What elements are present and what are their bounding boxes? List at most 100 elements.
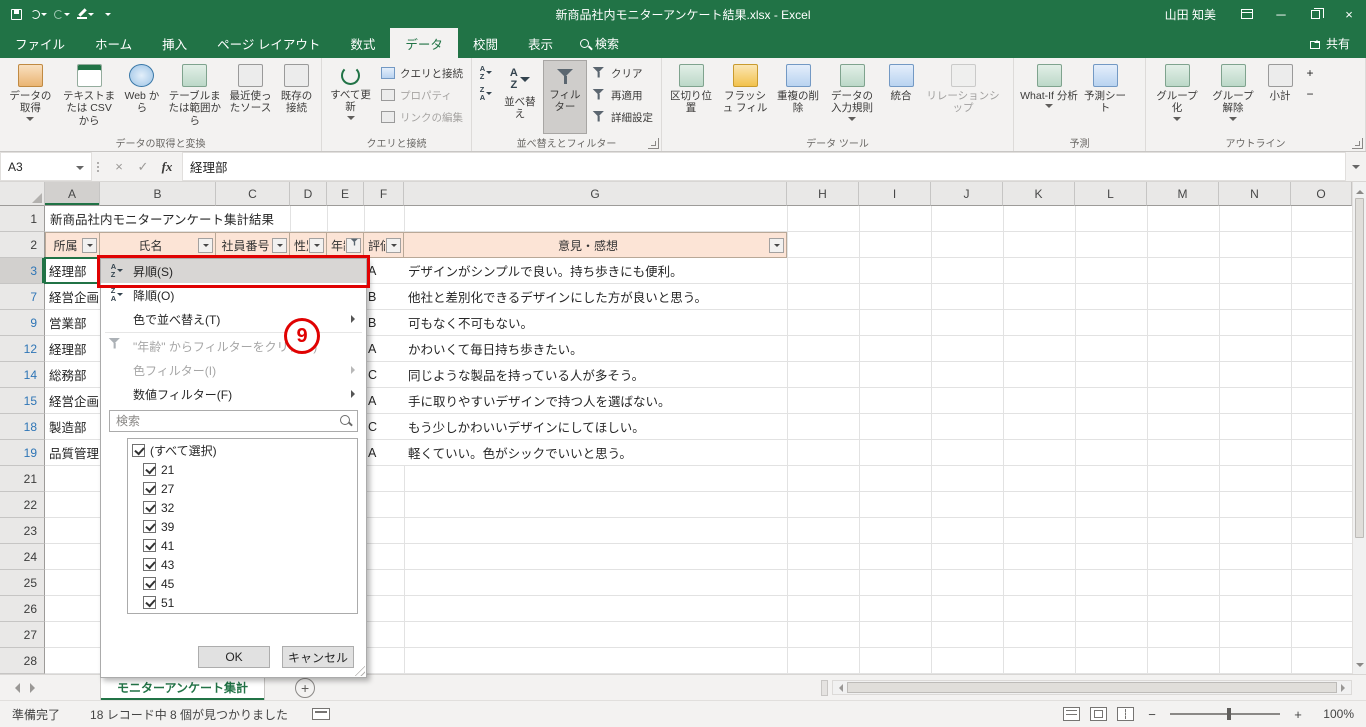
scroll-right-button[interactable] [1341, 683, 1349, 692]
header-cell-name[interactable]: 氏名 [100, 233, 216, 257]
filter-dropdown-button[interactable] [272, 237, 287, 253]
tab-review[interactable]: 校閲 [458, 28, 513, 58]
cell-comment[interactable]: 同じような製品を持っている人が多そう。 [404, 362, 786, 387]
menu-item-clear-filter[interactable]: "年齢" からフィルターをクリア(C) [101, 334, 366, 358]
properties-button[interactable]: プロパティ [376, 84, 468, 106]
scroll-down-button[interactable] [1353, 659, 1366, 674]
horizontal-scrollbar[interactable] [832, 680, 1352, 695]
cell-dept[interactable]: 製造部 [45, 414, 99, 439]
checkbox-checked-icon[interactable] [143, 558, 156, 571]
column-header-b[interactable]: B [100, 182, 216, 206]
page-layout-view-button[interactable] [1090, 707, 1107, 721]
subtotal-button[interactable]: 小計 [1261, 60, 1299, 134]
restore-button[interactable] [1298, 0, 1332, 28]
cell-dept[interactable]: 経営企画部 [45, 284, 99, 309]
relationships-button[interactable]: リレーションシップ [921, 60, 1005, 134]
cell-rating[interactable]: B [364, 310, 403, 335]
show-detail-button[interactable]: + [1299, 62, 1321, 83]
filter-item[interactable]: 45 [128, 574, 357, 593]
row-header[interactable]: 24 [0, 544, 45, 570]
flash-fill-button[interactable]: フラッシュ フィル [717, 60, 773, 134]
tab-scrollbar-splitter[interactable] [821, 679, 828, 696]
cell-rating[interactable]: A [364, 440, 403, 465]
normal-view-button[interactable] [1063, 707, 1080, 721]
column-header-n[interactable]: N [1219, 182, 1291, 206]
cell-dept[interactable]: 経理部 [45, 336, 99, 361]
row-header[interactable]: 3 [0, 258, 45, 284]
menu-item-sort-descending[interactable]: ZA 降順(O) [101, 283, 366, 307]
cell-dept[interactable]: 総務部 [45, 362, 99, 387]
column-header-i[interactable]: I [859, 182, 931, 206]
minimize-button[interactable]: ─ [1264, 0, 1298, 28]
filter-dropdown-button[interactable] [82, 237, 97, 253]
row-header[interactable]: 18 [0, 414, 45, 440]
row-header[interactable]: 28 [0, 648, 45, 674]
tell-me-search[interactable]: 検索 [568, 28, 631, 58]
header-cell-comments[interactable]: 意見・感想 [404, 233, 787, 257]
scroll-left-button[interactable] [835, 683, 843, 692]
filter-dropdown-button[interactable] [769, 237, 784, 253]
column-header-j[interactable]: J [931, 182, 1003, 206]
share-button[interactable]: 共有 [1294, 28, 1366, 58]
filter-dropdown-button[interactable] [309, 237, 324, 253]
filter-item[interactable]: 21 [128, 460, 357, 479]
remove-duplicates-button[interactable]: 重複の削除 [773, 60, 823, 134]
row-header[interactable]: 21 [0, 466, 45, 492]
filter-item[interactable]: 32 [128, 498, 357, 517]
account-name[interactable]: 山田 知美 [1151, 6, 1230, 23]
zoom-level[interactable]: 100% [1316, 707, 1354, 721]
checkbox-checked-icon[interactable] [143, 539, 156, 552]
clear-filter-button[interactable]: クリア [587, 62, 658, 84]
insert-function-button[interactable]: fx [156, 154, 178, 180]
column-header-o[interactable]: O [1291, 182, 1352, 206]
from-text-csv-button[interactable]: テキストまたは CSV から [58, 60, 121, 134]
column-header-d[interactable]: D [290, 182, 327, 206]
cell-comment[interactable]: 可もなく不可もない。 [404, 310, 786, 335]
checkbox-checked-icon[interactable] [143, 501, 156, 514]
column-header-h[interactable]: H [787, 182, 859, 206]
tab-page-layout[interactable]: ページ レイアウト [202, 28, 335, 58]
cell-comment[interactable]: 他社と差別化できるデザインにした方が良いと思う。 [404, 284, 786, 309]
cell-rating[interactable]: C [364, 414, 403, 439]
save-button[interactable] [6, 2, 26, 26]
add-sheet-button[interactable]: + [295, 677, 316, 698]
cell-dept[interactable]: 営業部 [45, 310, 99, 335]
filter-item-select-all[interactable]: (すべて選択) [128, 441, 357, 460]
select-all-button[interactable] [0, 182, 45, 206]
edit-links-button[interactable]: リンクの編集 [376, 106, 468, 128]
cell-comment[interactable]: 軽くていい。色がシックでいいと思う。 [404, 440, 786, 465]
from-table-range-button[interactable]: テーブルまたは範囲から [163, 60, 226, 134]
formula-input[interactable]: 経理部 [182, 152, 1346, 181]
header-cell-gender[interactable]: 性別 [290, 233, 327, 257]
column-header-c[interactable]: C [216, 182, 290, 206]
tab-home[interactable]: ホーム [80, 28, 147, 58]
zoom-in-button[interactable]: + [1290, 707, 1306, 722]
prev-sheet-button[interactable] [10, 682, 20, 693]
row-header[interactable]: 12 [0, 336, 45, 362]
next-sheet-button[interactable] [30, 682, 40, 693]
row-header[interactable]: 26 [0, 596, 45, 622]
sort-descending-button[interactable]: ZA [475, 83, 497, 104]
checkbox-checked-icon[interactable] [132, 444, 145, 457]
queries-connections-button[interactable]: クエリと接続 [376, 62, 468, 84]
advanced-filter-button[interactable]: 詳細設定 [587, 106, 658, 128]
checkbox-checked-icon[interactable] [143, 463, 156, 476]
row-header[interactable]: 9 [0, 310, 45, 336]
cell-rating[interactable]: B [364, 284, 403, 309]
cell-rating[interactable]: C [364, 362, 403, 387]
vertical-scrollbar[interactable] [1352, 182, 1366, 674]
column-header-e[interactable]: E [327, 182, 364, 206]
filter-item[interactable]: 27 [128, 479, 357, 498]
checkbox-checked-icon[interactable] [143, 577, 156, 590]
ribbon-display-options-button[interactable] [1230, 0, 1264, 28]
row-header[interactable]: 19 [0, 440, 45, 466]
tab-formulas[interactable]: 数式 [335, 28, 390, 58]
reapply-button[interactable]: 再適用 [587, 84, 658, 106]
tab-data[interactable]: データ [390, 28, 458, 58]
checkbox-checked-icon[interactable] [143, 596, 156, 609]
ungroup-button[interactable]: グループ解除 [1205, 60, 1261, 134]
filter-dropdown-button[interactable] [198, 237, 213, 253]
cell-a1-title[interactable]: 新商品社内モニターアンケート集計結果 [45, 206, 280, 231]
header-cell-dept[interactable]: 所属 [45, 233, 100, 257]
row-header[interactable]: 23 [0, 518, 45, 544]
